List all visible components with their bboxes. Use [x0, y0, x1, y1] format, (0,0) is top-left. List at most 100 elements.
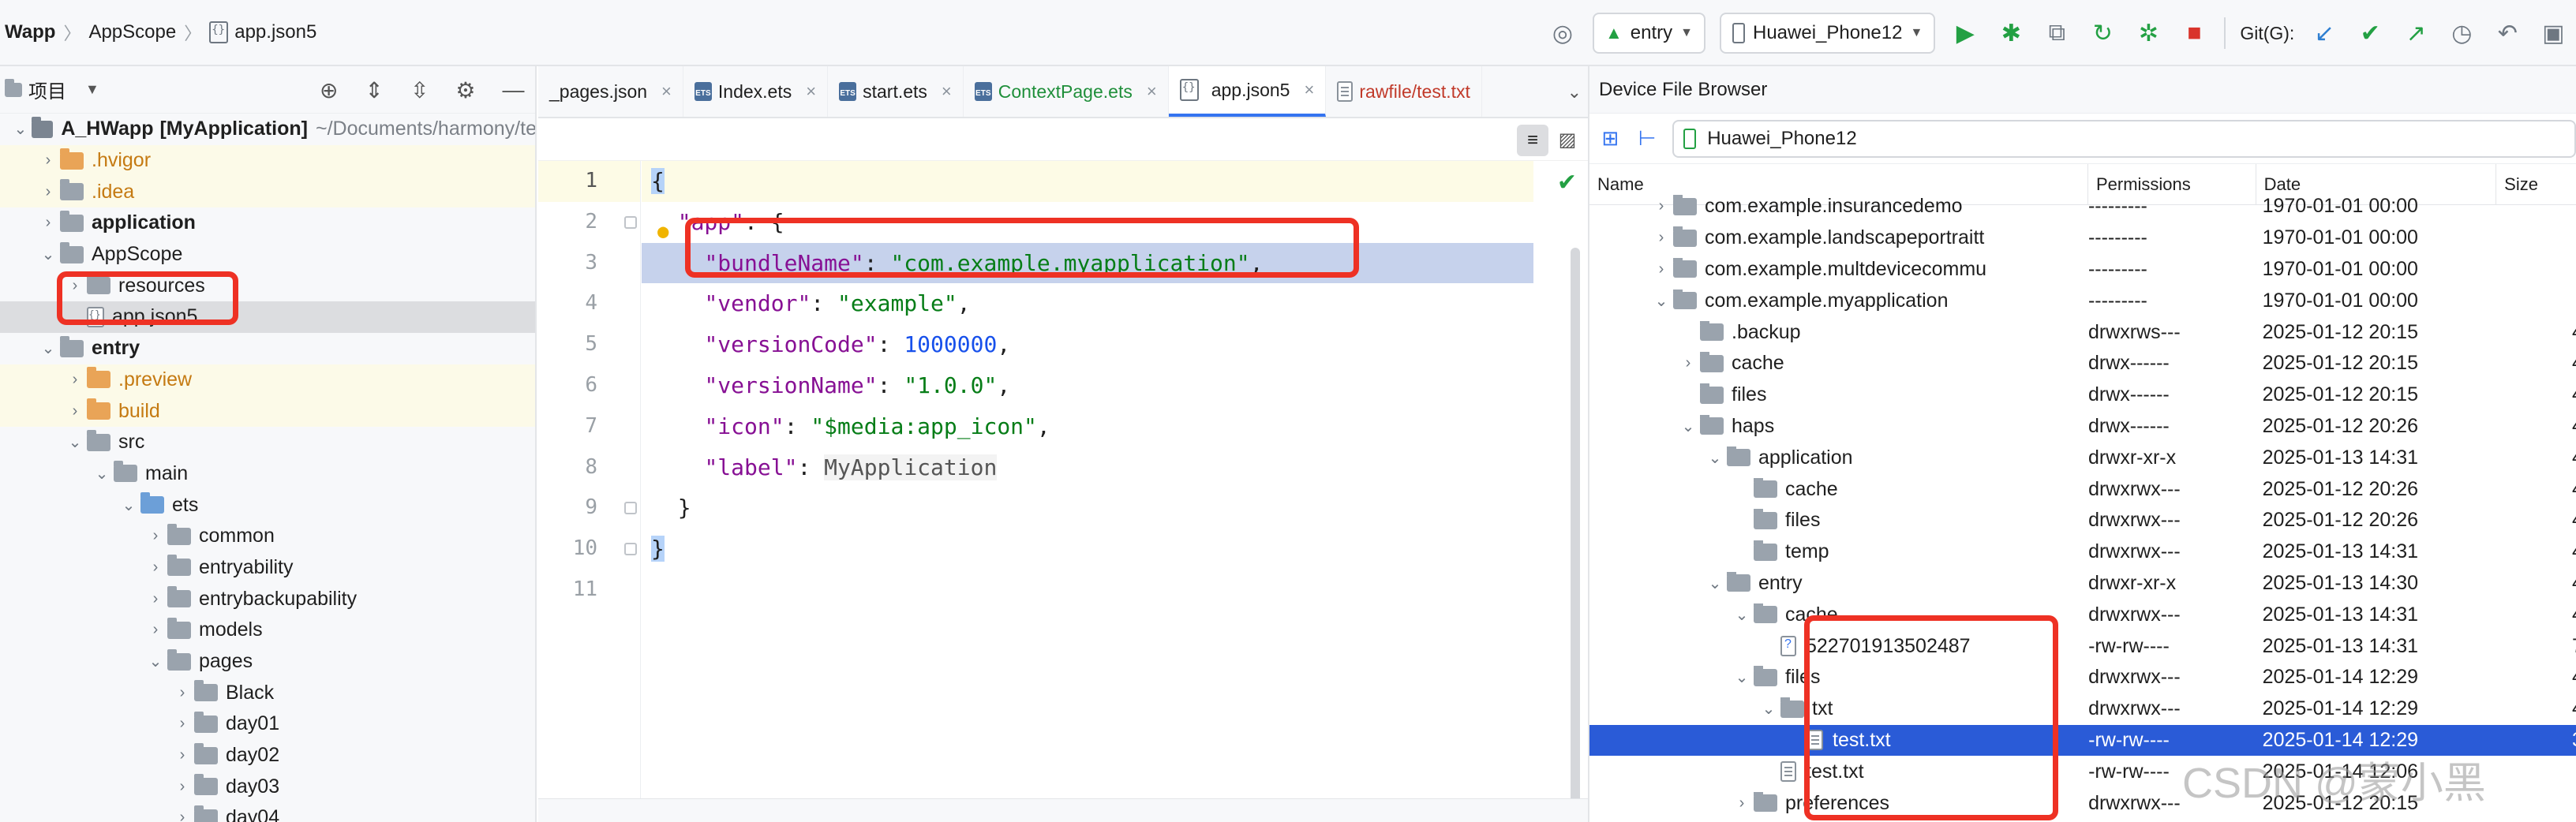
chevron-down-icon[interactable]: ⌄ [36, 245, 60, 264]
file-row[interactable]: files drwx------ 2025-01-12 20:15 4 [1589, 379, 2576, 411]
file-row[interactable]: temp drwxrwx--- 2025-01-13 14:31 4 [1589, 536, 2576, 568]
tree-item[interactable]: app.json5 [0, 301, 535, 333]
chevron-right-icon[interactable]: › [1649, 260, 1673, 278]
chevron-right-icon[interactable]: › [170, 809, 194, 822]
grid-view-icon[interactable]: ⊞ [1599, 126, 1622, 151]
inspection-ok-icon[interactable]: ✔ [1557, 169, 1577, 196]
debug-icon[interactable]: ✱ [1995, 17, 2027, 49]
editor-tab[interactable]: _pages.json × [538, 66, 683, 117]
fold-icon[interactable] [624, 215, 637, 229]
fold-icon[interactable] [624, 502, 637, 515]
file-row[interactable]: ⌄ application drwxr-xr-x 2025-01-13 14:31 4 [1589, 442, 2576, 473]
chevron-right-icon[interactable]: › [1649, 197, 1673, 215]
apply-changes-icon[interactable]: ↻ [2087, 17, 2118, 49]
hide-icon[interactable]: — [503, 77, 525, 103]
chevron-right-icon[interactable]: › [170, 778, 194, 796]
tree-view-icon[interactable]: ⊢ [1636, 126, 1659, 151]
chevron-down-icon[interactable]: ⌄ [90, 464, 114, 484]
chevron-down-icon[interactable]: ⌄ [1730, 667, 1754, 687]
chevron-right-icon[interactable]: › [1676, 354, 1700, 372]
tree-item[interactable]: › .preview [0, 364, 535, 396]
git-commit-icon[interactable]: ✔ [2354, 17, 2386, 49]
chevron-down-icon[interactable]: ⌄ [1703, 574, 1727, 593]
project-panel-title[interactable]: 项目 [28, 76, 66, 103]
git-history-icon[interactable]: ◷ [2446, 17, 2477, 49]
tree-item[interactable]: › day02 [0, 740, 535, 772]
file-row[interactable]: › com.example.landscapeportraitt ---------… [1589, 222, 2576, 254]
chevron-right-icon[interactable]: › [63, 371, 87, 389]
stop-icon[interactable]: ■ [2178, 17, 2210, 49]
tree-item[interactable]: › application [0, 207, 535, 239]
close-icon[interactable]: × [661, 81, 672, 102]
editor-tab[interactable]: ETS Index.ets × [683, 66, 829, 117]
chevron-down-icon[interactable]: ⌄ [36, 338, 60, 358]
editor-tab[interactable]: rawfile/test.txt [1326, 66, 1482, 117]
target-icon[interactable]: ◎ [1547, 17, 1578, 49]
file-row[interactable]: ⌄ entry drwxr-xr-x 2025-01-13 14:30 4 [1589, 568, 2576, 600]
tree-item[interactable]: › Black [0, 677, 535, 708]
chevron-right-icon[interactable]: › [36, 214, 60, 232]
chevron-right-icon[interactable]: › [144, 527, 167, 545]
tree-item[interactable]: ⌄ pages [0, 646, 535, 678]
attach-debugger-icon[interactable]: ⧉ [2041, 17, 2072, 49]
chevron-right-icon[interactable]: › [1649, 229, 1673, 247]
file-row[interactable]: ⌄ cache drwxrwx--- 2025-01-13 14:31 4 [1589, 599, 2576, 630]
tree-item[interactable]: › models [0, 615, 535, 646]
chevron-down-icon[interactable]: ⌄ [9, 119, 32, 139]
file-row[interactable]: ⌄ haps drwx------ 2025-01-12 20:26 4 [1589, 411, 2576, 443]
chevron-right-icon[interactable]: › [170, 715, 194, 733]
chevron-right-icon[interactable]: › [144, 590, 167, 608]
fold-icon[interactable] [624, 543, 637, 556]
tree-item[interactable]: › day01 [0, 708, 535, 740]
chevron-right-icon[interactable]: › [63, 277, 87, 295]
git-update-icon[interactable]: ↙ [2308, 17, 2340, 49]
chevron-right-icon[interactable]: › [63, 402, 87, 420]
chevron-down-icon[interactable]: ⌄ [1757, 699, 1780, 719]
tree-item[interactable]: ⌄ AppScope [0, 239, 535, 271]
tree-item[interactable]: › common [0, 521, 535, 552]
editor-tab[interactable]: ETS start.ets × [828, 66, 964, 117]
tree-item[interactable]: › .hvigor [0, 144, 535, 177]
breadcrumb-appscope[interactable]: AppScope [84, 21, 181, 43]
tree-item[interactable]: ⌄ main [0, 458, 535, 490]
tree-item[interactable]: › entryability [0, 552, 535, 584]
chevron-right-icon[interactable]: › [1730, 794, 1754, 813]
preview-icon[interactable]: ▨ [1552, 125, 1583, 156]
close-icon[interactable]: × [1147, 81, 1157, 102]
editor-scrollbar[interactable] [1571, 248, 1580, 822]
close-icon[interactable]: × [1304, 80, 1314, 100]
chevron-down-icon[interactable]: ⌄ [63, 432, 87, 452]
tree-item[interactable]: › entrybackupability [0, 583, 535, 615]
module-select[interactable]: ▲ entry ▼ [1593, 13, 1705, 54]
reader-mode-icon[interactable]: ≡ [1517, 125, 1548, 156]
tree-item[interactable]: ⌄ A_HWapp [MyApplication] ~/Documents/harmo… [0, 114, 535, 145]
chevron-right-icon[interactable]: › [36, 183, 60, 201]
tree-item[interactable]: ⌄ src [0, 427, 535, 458]
editor-tab[interactable]: ETS ContextPage.ets × [964, 66, 1169, 117]
close-icon[interactable]: × [942, 81, 952, 102]
git-rollback-icon[interactable]: ↶ [2492, 17, 2523, 49]
file-row[interactable]: › cache drwx------ 2025-01-12 20:15 4 [1589, 348, 2576, 379]
tabs-overflow-icon[interactable]: ⌄ [1567, 66, 1582, 118]
device-combo[interactable]: Huawei_Phone12 [1672, 119, 2576, 158]
breadcrumb-project[interactable]: Wapp [0, 21, 60, 43]
file-row[interactable]: 522701913502487 -rw-rw---- 2025-01-13 14:3… [1589, 630, 2576, 662]
chevron-right-icon[interactable]: › [170, 684, 194, 702]
tree-item[interactable]: ⌄ entry [0, 333, 535, 364]
editor-horizontal-scrollbar[interactable] [538, 798, 1588, 822]
run-icon[interactable]: ▶ [1949, 17, 1981, 49]
breadcrumb-file[interactable]: app.json5 [204, 21, 321, 44]
file-row[interactable]: › com.example.insurancedemo --------- 1970-… [1589, 191, 2576, 222]
gear-icon[interactable]: ⚙ [455, 77, 475, 103]
file-row[interactable]: ⌄ txt drwxrwx--- 2025-01-14 12:29 4 [1589, 693, 2576, 725]
tree-item[interactable]: › .idea [0, 176, 535, 208]
chevron-right-icon[interactable]: › [36, 151, 60, 170]
file-row[interactable]: ⌄ com.example.myapplication --------- 1970-… [1589, 285, 2576, 316]
device-select[interactable]: Huawei_Phone12 ▼ [1719, 13, 1936, 54]
chevron-down-icon[interactable]: ⌄ [144, 652, 167, 671]
profile-icon[interactable]: ✲ [2132, 17, 2164, 49]
file-row[interactable]: cache drwxrwx--- 2025-01-12 20:26 4 [1589, 473, 2576, 505]
tree-item[interactable]: › day04 [0, 802, 535, 822]
tree-item[interactable]: › build [0, 395, 535, 427]
tree-item[interactable]: › resources [0, 270, 535, 301]
